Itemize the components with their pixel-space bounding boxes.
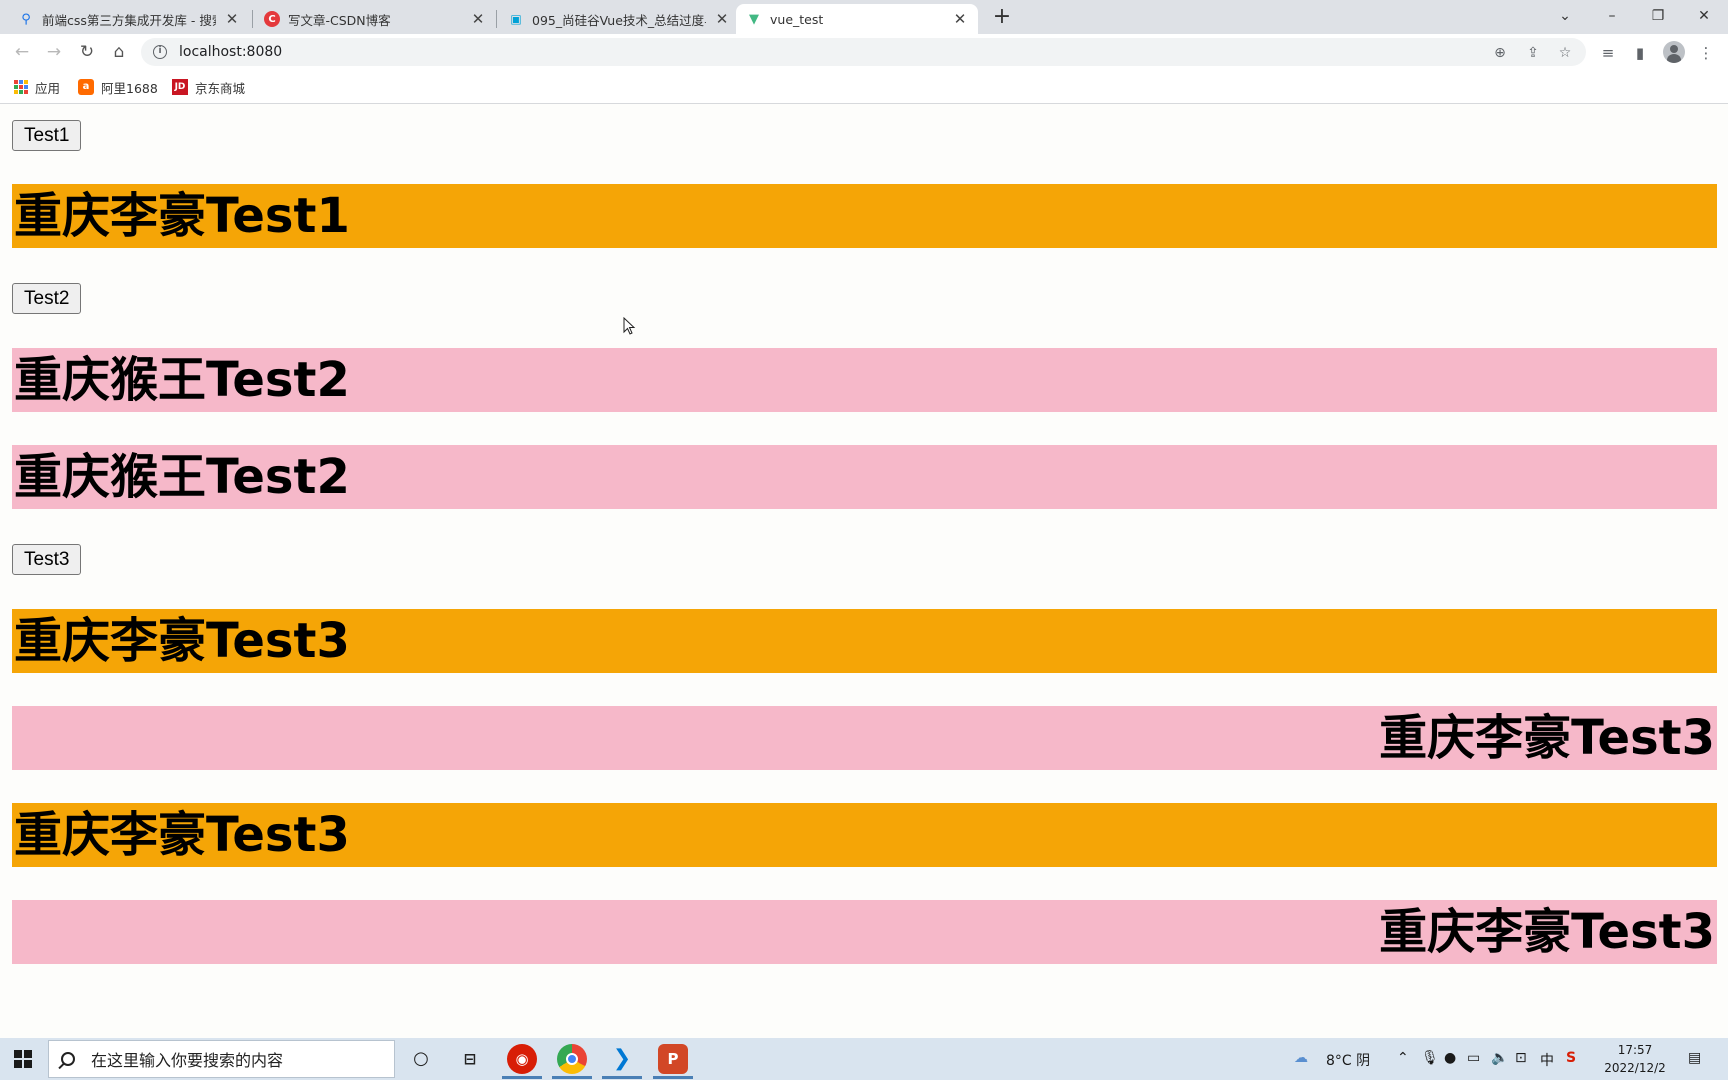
menu-icon[interactable]: ⋮	[1695, 42, 1717, 64]
running-indicator	[552, 1076, 592, 1079]
test2-banner: 重庆猴王Test2	[12, 445, 1717, 509]
test2-banner: 重庆猴王Test2	[12, 348, 1717, 412]
os-taskbar: 在这里输入你要搜索的内容 ○ ⊟ ◉ ❯ P ☁ 8°C 阴 ⌃ 🎙 ● ▭ 🔈…	[0, 1038, 1728, 1080]
test3-banner: 重庆李豪Test3	[12, 900, 1717, 964]
test3-button[interactable]: Test3	[12, 544, 82, 575]
task-view-icon[interactable]: ⊟	[455, 1044, 485, 1074]
tab-title: 095_尚硅谷Vue技术_总结过度与	[532, 12, 706, 28]
tab-search[interactable]: ⚲ 前端css第三方集成开发库 - 搜索 ✕	[8, 4, 250, 34]
url-text: localhost:8080	[179, 44, 283, 60]
tab-csdn[interactable]: C 写文章-CSDN博客 ✕	[254, 4, 496, 34]
volume-icon[interactable]: 🔈	[1491, 1050, 1508, 1066]
close-icon[interactable]: ✕	[224, 10, 240, 28]
chrome-icon[interactable]	[557, 1044, 587, 1074]
zoom-icon[interactable]: ⊕	[1489, 42, 1511, 64]
bookmark-star-icon[interactable]: ☆	[1554, 42, 1576, 64]
weather-text[interactable]: 8°C 阴	[1326, 1050, 1370, 1070]
netease-music-icon[interactable]: ◉	[507, 1044, 537, 1074]
tab-strip: ⚲ 前端css第三方集成开发库 - 搜索 ✕ C 写文章-CSDN博客 ✕ ▣ …	[0, 0, 1728, 34]
test1-banner: 重庆李豪Test1	[12, 184, 1717, 248]
tab-title: 写文章-CSDN博客	[288, 12, 391, 28]
search-icon	[61, 1052, 75, 1066]
windows-start-icon[interactable]	[14, 1050, 32, 1068]
notification-icon[interactable]: ▤	[1688, 1050, 1701, 1066]
microphone-icon[interactable]: 🎙	[1421, 1050, 1439, 1066]
tab-title: vue_test	[770, 11, 824, 27]
jd-icon: JD	[172, 79, 188, 95]
running-indicator	[602, 1076, 642, 1079]
running-indicator	[502, 1076, 542, 1079]
csdn-icon: C	[264, 11, 280, 27]
battery-icon[interactable]: ▭	[1467, 1050, 1480, 1066]
tab-bilibili[interactable]: ▣ 095_尚硅谷Vue技术_总结过度与 ✕	[498, 4, 740, 34]
close-window-button[interactable]: ✕	[1684, 4, 1724, 30]
vue-icon: ▼	[749, 11, 759, 27]
test3-banner: 重庆李豪Test3	[12, 803, 1717, 867]
taskbar-search-placeholder: 在这里输入你要搜索的内容	[91, 1051, 284, 1070]
close-icon[interactable]: ✕	[470, 10, 486, 28]
qq-icon[interactable]: ●	[1444, 1050, 1456, 1066]
bookmark-jd[interactable]: JD 京东商城	[172, 77, 245, 97]
page-viewport: Test1 重庆李豪Test1 Test2 重庆猴王Test2 重庆猴王Test…	[0, 105, 1728, 1038]
bookmark-label: 京东商城	[195, 80, 246, 96]
tray-expand-icon[interactable]: ⌃	[1397, 1050, 1409, 1066]
apps-grid-icon	[14, 80, 28, 94]
system-clock[interactable]: 17:57 2022/12/2	[1590, 1041, 1680, 1077]
mouse-cursor-icon	[623, 317, 636, 335]
site-info-icon[interactable]: i	[153, 45, 167, 59]
tab-vue-test[interactable]: ▼ vue_test ✕	[736, 4, 978, 34]
bookmark-apps[interactable]: 应用	[14, 77, 60, 97]
share-icon[interactable]: ⇪	[1522, 42, 1544, 64]
close-icon[interactable]: ✕	[714, 10, 730, 28]
sogou-icon[interactable]: S	[1566, 1050, 1576, 1066]
clock-date: 2022/12/2	[1604, 1061, 1666, 1075]
bilibili-icon: ▣	[510, 12, 522, 26]
cortana-icon[interactable]: ○	[406, 1044, 436, 1074]
minimize-button[interactable]: –	[1592, 4, 1632, 30]
alibaba-icon: a	[78, 79, 94, 95]
back-button[interactable]: ←	[10, 40, 34, 64]
powerpoint-icon[interactable]: P	[658, 1044, 688, 1074]
reload-button[interactable]: ↻	[75, 40, 99, 64]
tab-search-dropdown-icon[interactable]: ⌄	[1545, 4, 1585, 30]
test2-button[interactable]: Test2	[12, 283, 82, 314]
taskbar-search-input[interactable]: 在这里输入你要搜索的内容	[48, 1040, 395, 1078]
address-bar[interactable]: i localhost:8080 ⊕ ⇪ ☆	[141, 38, 1586, 66]
bookmark-label: 阿里1688	[101, 80, 158, 96]
bookmark-alibaba[interactable]: a 阿里1688	[78, 77, 158, 97]
test3-banner: 重庆李豪Test3	[12, 706, 1717, 770]
clock-time: 17:57	[1617, 1043, 1653, 1057]
forward-button[interactable]: →	[42, 40, 66, 64]
bookmarks-bar: 应用 a 阿里1688 JD 京东商城	[0, 70, 1728, 104]
vscode-icon[interactable]: ❯	[607, 1044, 637, 1074]
running-indicator	[653, 1076, 693, 1079]
close-icon[interactable]: ✕	[952, 10, 968, 28]
test3-banner: 重庆李豪Test3	[12, 609, 1717, 673]
new-tab-button[interactable]: +	[989, 5, 1015, 31]
network-icon[interactable]: ⊡	[1515, 1050, 1527, 1066]
bookmark-label: 应用	[35, 80, 61, 96]
tab-title: 前端css第三方集成开发库 - 搜索	[42, 12, 216, 28]
reading-list-icon[interactable]: ≡	[1597, 42, 1619, 64]
weather-icon[interactable]: ☁	[1294, 1050, 1308, 1066]
tab-divider	[496, 10, 497, 28]
test1-button[interactable]: Test1	[12, 120, 82, 151]
profile-avatar[interactable]	[1663, 41, 1685, 63]
home-button[interactable]: ⌂	[107, 40, 131, 64]
restore-button[interactable]: ❐	[1638, 4, 1678, 30]
side-panel-icon[interactable]: ▮	[1629, 42, 1651, 64]
search-icon: ⚲	[21, 11, 31, 27]
tab-divider	[252, 10, 253, 28]
input-method-icon[interactable]: 中	[1540, 1050, 1554, 1070]
browser-toolbar: ← → ↻ ⌂ i localhost:8080 ⊕ ⇪ ☆ ≡ ▮ ⋮	[0, 34, 1728, 70]
